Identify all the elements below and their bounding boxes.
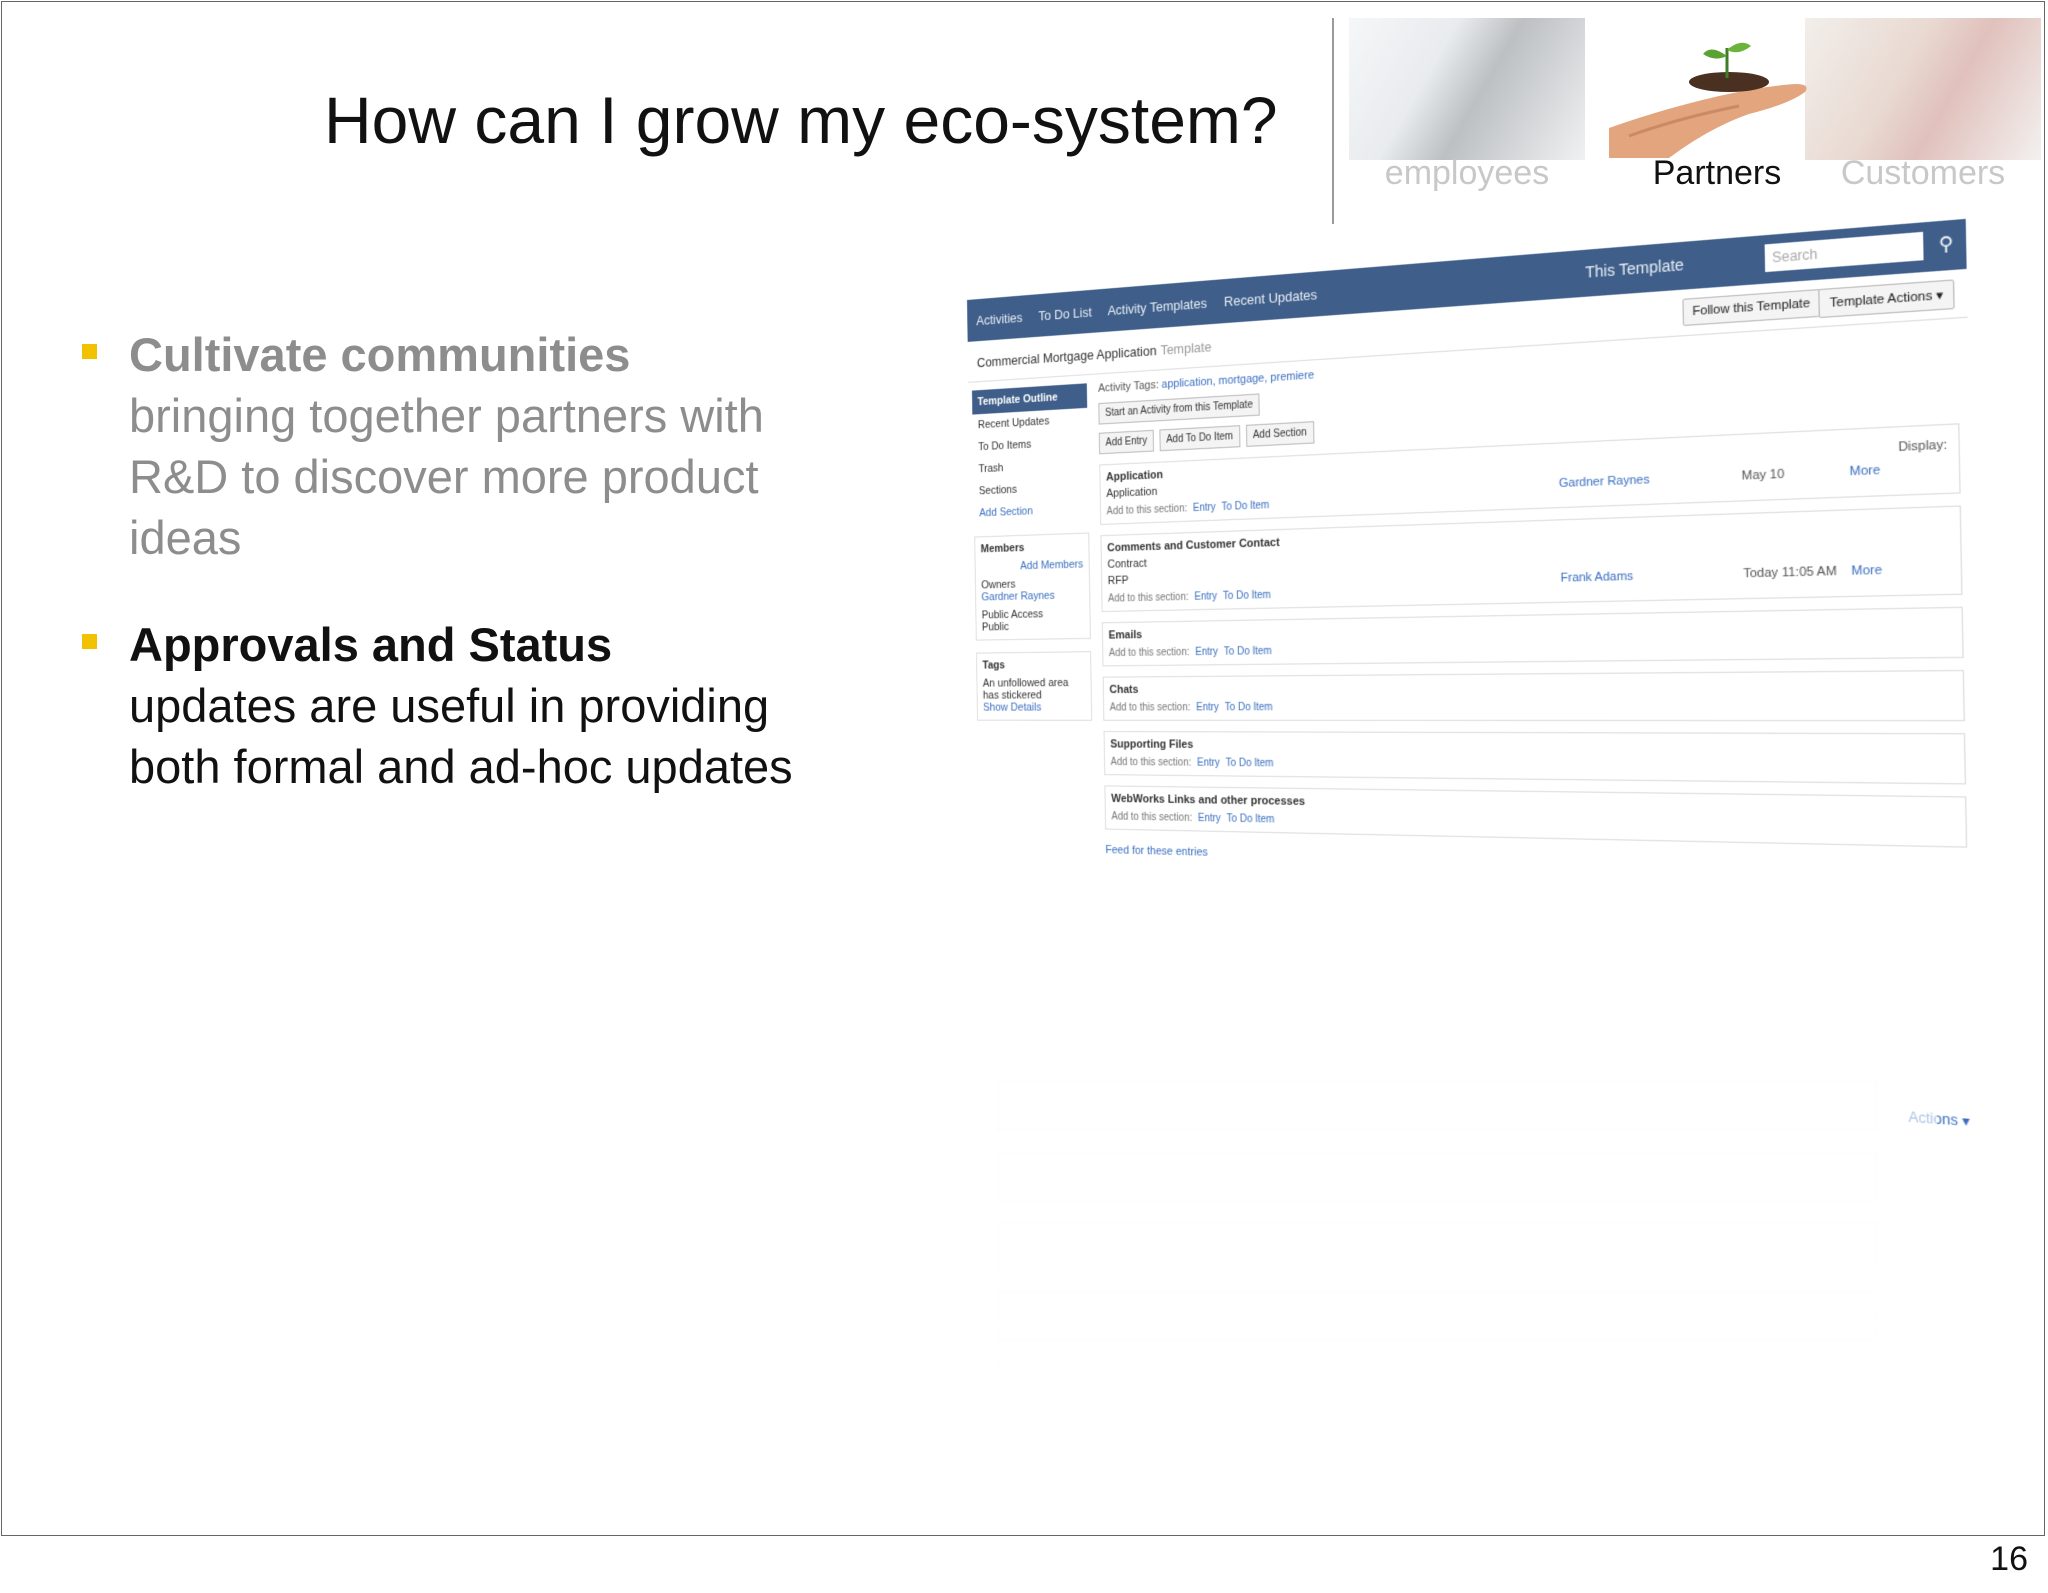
slide: How can I grow my eco-system? employees … (1, 1, 2045, 1536)
add-to-section-label: Add to this section: (1111, 811, 1193, 825)
section-comments: Comments and Customer Contact Contract R… (1100, 505, 1963, 613)
app-main: Activity Tags: application, mortgage, pr… (1098, 328, 1968, 879)
section-chats: Chats Add to this section: Entry To Do Ite… (1102, 669, 1965, 722)
entry-link: Entry (1196, 701, 1220, 714)
page-number: 16 (1990, 1540, 2028, 1578)
add-to-section-label: Add to this section: (1109, 702, 1191, 714)
entry-author: Frank Adams (1560, 569, 1634, 586)
todo-link: To Do Item (1222, 589, 1271, 603)
todo-link: To Do Item (1226, 813, 1275, 826)
todo-link: To Do Item (1224, 701, 1273, 714)
add-to-section-label: Add to this section: (1108, 646, 1190, 660)
section-title: Supporting Files (1110, 738, 1194, 752)
template-selector: This Template (1585, 255, 1685, 282)
add-section-button: Add Section (1245, 421, 1315, 447)
app-sidebar: Template Outline Recent Updates To Do It… (971, 383, 1093, 721)
add-todo-button: Add To Do Item (1159, 425, 1241, 452)
add-to-section-label: Add to this section: (1107, 591, 1189, 605)
employees-photo (1349, 18, 1585, 160)
add-to-section-label: Add to this section: (1106, 503, 1188, 518)
bullet-marker (82, 634, 97, 649)
tab-customers-label: Customers (1840, 154, 2006, 192)
nav-activities: Activities (976, 309, 1023, 329)
tab-employees[interactable]: employees (1349, 18, 1585, 198)
owner-name: Gardner Raynes (981, 589, 1055, 604)
app-subtitle: Template (1160, 338, 1212, 358)
section-title: Chats (1109, 683, 1139, 697)
entry-date: May 10 (1741, 467, 1785, 484)
partners-photo (1599, 18, 1835, 160)
more-link: More (1851, 563, 1883, 579)
feed-link: Feed for these entries (1105, 843, 1208, 859)
todo-link: To Do Item (1223, 645, 1272, 658)
tab-partners[interactable]: Partners (1599, 18, 1835, 198)
entry-date: Today 11:05 AM (1743, 564, 1837, 581)
app-title: Commercial Mortgage Application (976, 342, 1157, 371)
entry-link: Entry (1194, 590, 1218, 603)
tags-title: Tags (982, 659, 1005, 672)
section-emails: Emails Add to this section: Entry To Do It… (1101, 606, 1964, 667)
section-webworks: WebWorks Links and other processes Add t… (1104, 785, 1968, 848)
entry-link: Entry (1192, 501, 1216, 515)
title-divider (1332, 18, 1334, 224)
search-icon: ⚲ (1938, 234, 1954, 256)
add-members-link: Add Members (1020, 558, 1084, 573)
add-to-section-label: Add to this section: (1110, 756, 1192, 769)
public-access-value: Public (981, 620, 1009, 634)
bullet-heading: Approvals and Status (129, 618, 613, 671)
bullet-marker (82, 344, 97, 359)
members-box: Members Add Members Owners Gardner Rayne… (974, 532, 1091, 641)
section-supporting-files: Supporting Files Add to this section: Ent… (1103, 731, 1967, 785)
entry-link: Entry (1195, 646, 1219, 659)
bullet-heading: Cultivate communities (129, 328, 631, 381)
entry-link: Entry (1197, 757, 1220, 770)
activity-tags-label: Activity Tags: (1098, 378, 1159, 395)
reflection-fade (937, 1080, 1937, 1535)
more-link: More (1849, 463, 1881, 479)
nav-todo: To Do List (1038, 304, 1092, 324)
customers-photo (1805, 18, 2041, 160)
members-title: Members (980, 541, 1025, 556)
tags-text: An unfollowed area has stickered (982, 676, 1069, 702)
template-actions-button: Template Actions ▾ (1818, 279, 1955, 319)
embedded-app-screenshot: Activities To Do List Activity Templates… (937, 218, 1984, 1535)
add-entry-button: Add Entry (1098, 429, 1154, 455)
add-section-link: Add Section (979, 505, 1033, 520)
slide-title: How can I grow my eco-system? (324, 83, 1278, 157)
entry-link: Entry (1197, 812, 1221, 825)
tags-box: Tags An unfollowed area has stickered Sh… (976, 651, 1093, 721)
tab-employees-label: employees (1384, 154, 1550, 192)
todo-link: To Do Item (1225, 757, 1274, 770)
tab-partners-label: Partners (1652, 154, 1782, 192)
bullet-body: updates are useful in providing both for… (129, 679, 793, 793)
activity-tags-value: application, mortgage, premiere (1161, 368, 1315, 392)
bullet-body: bringing together partners with R&D to d… (129, 389, 764, 564)
nav-recent: Recent Updates (1223, 286, 1318, 310)
todo-link: To Do Item (1221, 499, 1270, 514)
start-activity-button: Start an Activity from this Template (1098, 393, 1260, 425)
nav-templates: Activity Templates (1107, 295, 1207, 319)
tab-customers[interactable]: Customers (1805, 18, 2041, 198)
app-search-input: Search (1764, 231, 1924, 273)
show-details-link: Show Details (983, 701, 1042, 714)
follow-template-button: Follow this Template (1681, 288, 1822, 327)
